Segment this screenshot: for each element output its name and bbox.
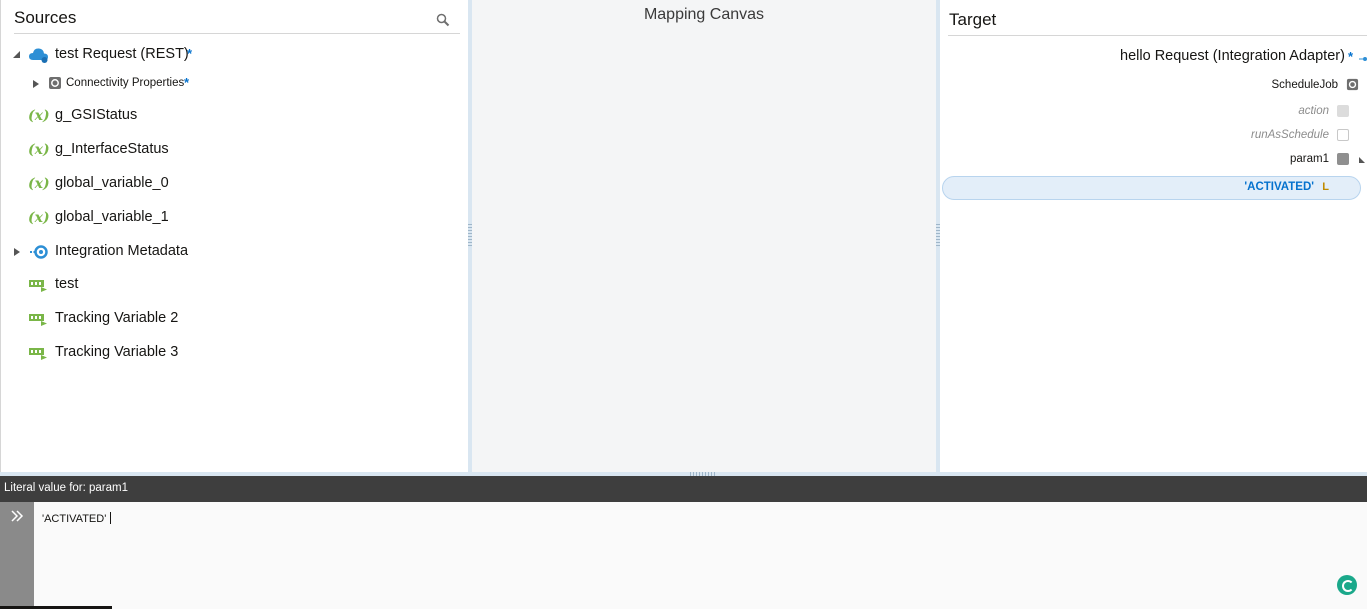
properties-icon — [1346, 78, 1359, 91]
boolean-type-icon — [1337, 129, 1349, 141]
required-marker: * — [1347, 48, 1353, 64]
tree-item-label: Tracking Variable 2 — [55, 310, 179, 326]
tree-item-label: g_GSIStatus — [55, 107, 138, 123]
search-icon[interactable] — [436, 13, 450, 27]
target-item-schedulejob[interactable]: ScheduleJob — [1272, 78, 1360, 91]
tree-item-label: runAsSchedule — [1251, 129, 1329, 141]
variable-icon: (x) — [28, 108, 50, 124]
tree-item-label: test Request (REST) — [55, 46, 189, 62]
sources-header: Sources — [14, 8, 460, 34]
mapping-canvas[interactable]: Mapping Canvas — [472, 0, 936, 472]
collapse-icon[interactable] — [1358, 156, 1366, 164]
variable-icon: (x) — [28, 142, 50, 158]
tree-item-label: hello Request (Integration Adapter) — [1120, 48, 1345, 64]
rest-cloud-icon — [29, 48, 48, 63]
metadata-icon — [30, 245, 48, 259]
literal-input-value[interactable]: 'ACTIVATED' — [42, 512, 112, 525]
expand-icon[interactable] — [12, 247, 22, 257]
target-root-item[interactable]: hello Request (Integration Adapter) * — [1120, 48, 1353, 64]
target-panel: Target hello Request (Integration Adapte… — [940, 0, 1367, 472]
target-title: Target — [949, 10, 997, 29]
target-item-action[interactable]: action — [1298, 105, 1349, 117]
string-type-icon — [1337, 153, 1349, 165]
selected-literal-row[interactable]: 'ACTIVATED' L — [942, 176, 1361, 200]
tracking-variable-icon — [29, 348, 47, 360]
tree-item-label: param1 — [1290, 153, 1329, 165]
tree-item-label: Connectivity Properties — [66, 77, 185, 89]
required-marker: * — [184, 75, 190, 90]
editor-title-bar: Literal value for: param1 — [0, 476, 1367, 502]
target-connector-icon — [1359, 57, 1367, 61]
target-item-runasschedule[interactable]: runAsSchedule — [1251, 129, 1349, 141]
tree-item-label: g_InterfaceStatus — [55, 141, 169, 157]
target-item-param1[interactable]: param1 — [1290, 153, 1349, 165]
literal-value: 'ACTIVATED' — [1244, 181, 1314, 193]
tree-item-label: ScheduleJob — [1271, 78, 1339, 91]
double-chevron-right-icon[interactable] — [9, 508, 25, 524]
tree-item-label: global_variable_0 — [55, 175, 169, 191]
properties-icon — [49, 77, 61, 89]
canvas-title: Mapping Canvas — [643, 6, 765, 23]
target-header: Target — [948, 8, 1367, 36]
literal-editor[interactable]: 'ACTIVATED' — [34, 502, 1367, 609]
string-type-icon — [1337, 105, 1349, 117]
editor-gutter — [0, 502, 34, 609]
sources-panel: Sources test Request (REST) * Connectivi… — [0, 0, 468, 472]
literal-badge: L — [1322, 181, 1329, 193]
mapper-window: Sources test Request (REST) * Connectivi… — [0, 0, 1367, 609]
refresh-status-icon[interactable] — [1337, 575, 1357, 595]
tree-item-label: global_variable_1 — [55, 209, 169, 225]
sources-title: Sources — [14, 8, 77, 27]
text-caret — [110, 512, 112, 524]
collapse-icon[interactable] — [12, 50, 22, 60]
expand-icon[interactable] — [31, 79, 41, 89]
tree-item-label: action — [1298, 105, 1329, 117]
tree-item-label: Tracking Variable 3 — [55, 344, 179, 360]
tree-item-label: Integration Metadata — [55, 243, 189, 259]
tree-item-label: test — [55, 276, 79, 292]
literal-input-text: 'ACTIVATED' — [42, 513, 107, 525]
variable-icon: (x) — [28, 210, 50, 226]
editor-title: Literal value for: param1 — [4, 482, 129, 494]
variable-icon: (x) — [28, 176, 50, 192]
tracking-variable-icon — [29, 280, 47, 292]
tracking-variable-icon — [29, 314, 47, 326]
required-marker: * — [187, 46, 193, 61]
